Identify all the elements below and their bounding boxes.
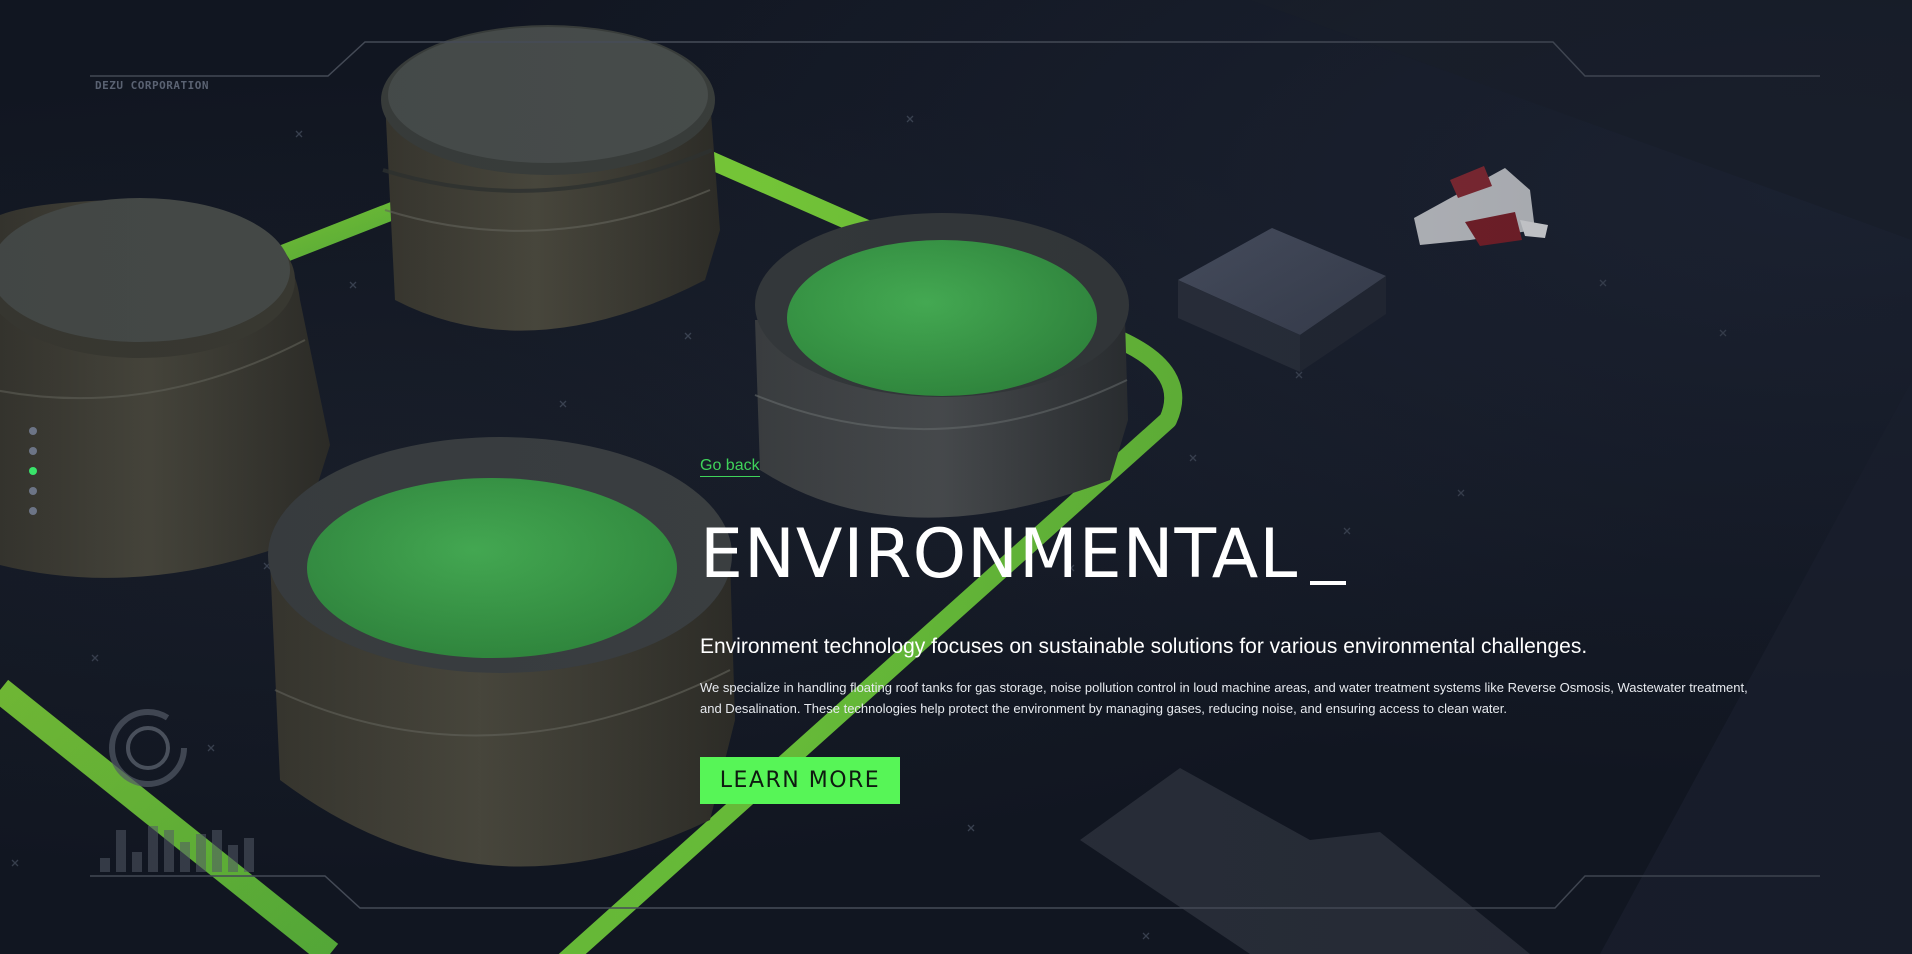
page-title: ENVIRONMENTAL: [700, 521, 1780, 589]
vehicle-model: [1414, 166, 1548, 246]
section-dot-4[interactable]: [29, 487, 37, 495]
section-dot-2[interactable]: [29, 447, 37, 455]
equipment-box: [1178, 228, 1386, 372]
hero-description: We specialize in handling floating roof …: [700, 680, 1748, 716]
cursor-underscore-icon: [1310, 581, 1347, 585]
page-root: DEZU CORPORATION Go back ENVIRONMENTAL E…: [0, 0, 1912, 954]
learn-more-button[interactable]: LEARN MORE: [700, 757, 900, 804]
hero-subtitle: Environment technology focuses on sustai…: [700, 635, 1588, 658]
section-dot-1[interactable]: [29, 427, 37, 435]
storage-tank-closed: [381, 25, 720, 331]
water-treatment-tank: [268, 437, 735, 867]
section-dot-5[interactable]: [29, 507, 37, 515]
brand-name: DEZU CORPORATION: [95, 79, 209, 92]
ring-icon: [109, 709, 187, 787]
section-dot-3-active[interactable]: [29, 467, 37, 475]
go-back-link[interactable]: Go back: [700, 457, 760, 477]
hero-content: Go back ENVIRONMENTAL Environment techno…: [700, 455, 1780, 804]
section-dot-nav: [29, 427, 37, 515]
page-title-text: ENVIRONMENTAL: [700, 515, 1299, 594]
